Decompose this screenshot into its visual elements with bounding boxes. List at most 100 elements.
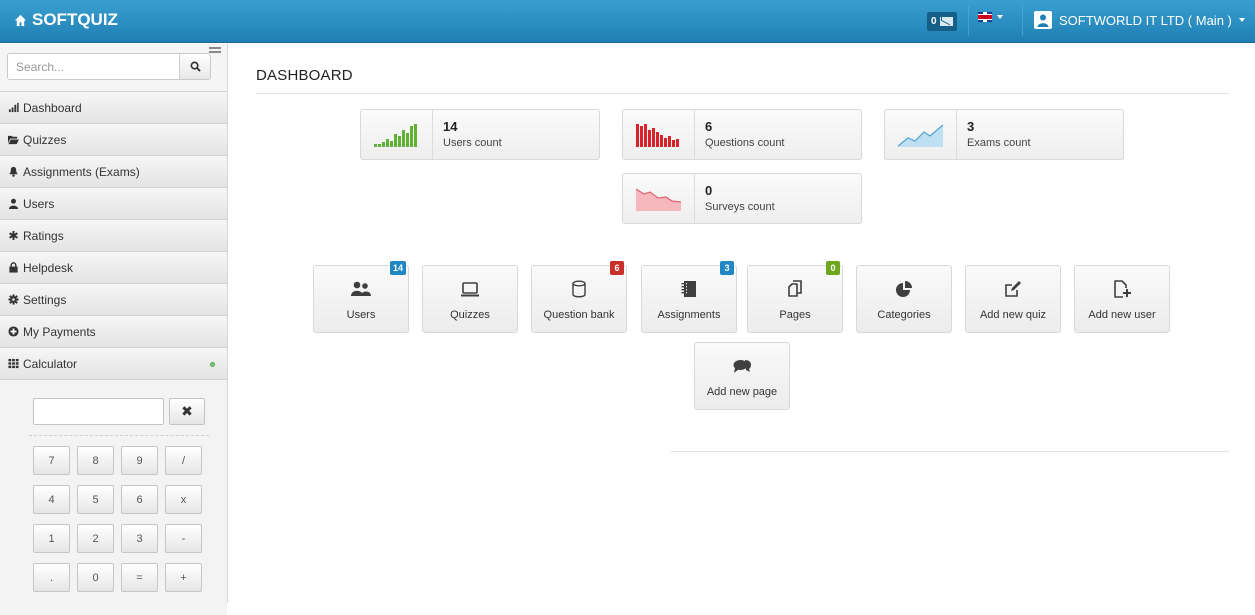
search-button[interactable] <box>179 54 210 79</box>
stat-exams-count[interactable]: 3 Exams count <box>884 109 1124 160</box>
area-sparkline-icon <box>885 110 957 159</box>
divider <box>256 93 1229 94</box>
messages-count: 0 <box>931 16 937 27</box>
sidebar-item-assignments[interactable]: Assignments (Exams) <box>0 155 227 187</box>
calculator-key[interactable]: 3 <box>121 524 158 553</box>
calculator-key[interactable]: 0 <box>77 563 114 592</box>
sidebar-item-label: Users <box>23 196 55 211</box>
top-navbar: SOFTQUIZ 0 SOFTWORLD IT LTD ( Main ) <box>0 0 1255 43</box>
stat-label: Exams count <box>967 137 1031 149</box>
messages-button[interactable]: 0 <box>927 12 957 31</box>
quick-button-label: Add new quiz <box>979 309 1047 321</box>
sidebar-item-my-payments[interactable]: My Payments <box>0 315 227 347</box>
sidebar-item-label: My Payments <box>23 324 96 339</box>
quick-pages-button[interactable]: 0 Pages <box>747 261 843 333</box>
quick-add-new-quiz-button[interactable]: Add new quiz <box>965 265 1061 333</box>
sidebar-item-label: Quizzes <box>23 132 67 147</box>
brand-link[interactable]: SOFTQUIZ <box>14 10 118 30</box>
database-icon <box>572 280 586 298</box>
quick-button-label: Add new user <box>1088 309 1156 321</box>
cog-icon <box>8 294 19 305</box>
calculator-row: 1 2 3 - <box>33 524 227 553</box>
divider <box>968 6 969 36</box>
stat-value: 6 <box>705 119 713 134</box>
calculator-key[interactable]: 6 <box>121 485 158 514</box>
sidebar-item-calculator[interactable]: Calculator <box>0 347 227 379</box>
quick-button-label: Categories <box>877 309 931 321</box>
calculator-key[interactable]: = <box>121 563 158 592</box>
stat-value: 0 <box>705 183 713 198</box>
count-badge: 6 <box>610 261 624 275</box>
status-dot-icon <box>210 362 215 367</box>
calculator-key[interactable]: 1 <box>33 524 70 553</box>
laptop-icon <box>461 282 479 297</box>
quick-add-new-user-button[interactable]: Add new user <box>1074 265 1170 333</box>
sidebar-item-settings[interactable]: Settings <box>0 283 227 315</box>
calculator-display[interactable] <box>33 398 164 425</box>
language-dropdown[interactable] <box>978 12 1003 22</box>
sidebar-item-label: Ratings <box>23 228 64 243</box>
calculator-key[interactable]: 4 <box>33 485 70 514</box>
calculator-key[interactable]: - <box>165 524 202 553</box>
asterisk-icon <box>9 230 18 241</box>
calculator-key[interactable]: 7 <box>33 446 70 475</box>
stat-label: Users count <box>443 137 502 149</box>
count-badge: 14 <box>389 261 406 275</box>
quick-question-bank-button[interactable]: 6 Question bank <box>531 261 627 333</box>
sidebar-item-users[interactable]: Users <box>0 187 227 219</box>
divider <box>1022 6 1023 36</box>
sidebar-search <box>0 44 227 91</box>
calculator-key[interactable]: . <box>33 563 70 592</box>
comments-icon <box>733 360 751 373</box>
calculator-key[interactable]: 8 <box>77 446 114 475</box>
notebook-icon <box>681 281 696 297</box>
user-menu[interactable]: SOFTWORLD IT LTD ( Main ) <box>1034 11 1245 29</box>
stat-questions-count[interactable]: 6 Questions count <box>622 109 862 160</box>
sidebar-item-label: Calculator <box>23 356 78 371</box>
stat-value: 3 <box>967 119 975 134</box>
quick-users-button[interactable]: 14 Users <box>313 261 409 333</box>
users-icon <box>351 281 371 296</box>
quick-add-new-page-button[interactable]: Add new page <box>694 342 790 410</box>
brand-name: SOFTQUIZ <box>32 10 118 29</box>
quick-button-label: Add new page <box>706 386 778 398</box>
caret-down-icon <box>1238 18 1245 22</box>
divider <box>671 451 1229 452</box>
calculator-key[interactable]: / <box>165 446 202 475</box>
divider <box>29 435 209 436</box>
sidebar-item-quizzes[interactable]: Quizzes <box>0 123 227 155</box>
envelope-icon <box>939 17 953 26</box>
quick-button-label: Quizzes <box>450 309 490 321</box>
edit-icon <box>1005 281 1021 297</box>
search-group <box>7 53 211 80</box>
calculator-clear-button[interactable]: ✖ <box>169 398 205 425</box>
sidebar-collapse-icon[interactable] <box>209 47 221 55</box>
calculator-key[interactable]: 9 <box>121 446 158 475</box>
stat-value: 14 <box>443 119 458 134</box>
count-badge: 3 <box>720 261 734 275</box>
sidebar-item-label: Assignments (Exams) <box>23 164 140 179</box>
quick-quizzes-button[interactable]: Quizzes <box>422 265 518 333</box>
quick-categories-button[interactable]: Categories <box>856 265 952 333</box>
home-icon <box>14 14 27 26</box>
uk-flag-icon <box>978 12 992 22</box>
search-input[interactable] <box>8 54 179 79</box>
quick-assignments-button[interactable]: 3 Assignments <box>641 261 737 333</box>
sidebar-item-ratings[interactable]: Ratings <box>0 219 227 251</box>
calculator-key[interactable]: 2 <box>77 524 114 553</box>
sidebar-item-helpdesk[interactable]: Helpdesk <box>0 251 227 283</box>
stat-surveys-count[interactable]: 0 Surveys count <box>622 173 862 224</box>
calculator-key[interactable]: 5 <box>77 485 114 514</box>
calculator-key[interactable]: x <box>165 485 202 514</box>
calculator-key[interactable]: + <box>165 563 202 592</box>
bar-sparkline-icon <box>623 110 695 159</box>
sidebar: Dashboard Quizzes Assignments (Exams) Us… <box>0 44 228 615</box>
sidebar-item-dashboard[interactable]: Dashboard <box>0 91 227 123</box>
sidebar-item-label: Settings <box>23 292 67 307</box>
quick-button-label: Question bank <box>543 309 615 321</box>
stat-users-count[interactable]: 14 Users count <box>360 109 600 160</box>
bar-chart-icon <box>8 102 19 113</box>
plus-circle-icon <box>8 326 19 337</box>
sidebar-item-label: Dashboard <box>23 100 82 115</box>
page-title: DASHBOARD <box>256 67 353 84</box>
